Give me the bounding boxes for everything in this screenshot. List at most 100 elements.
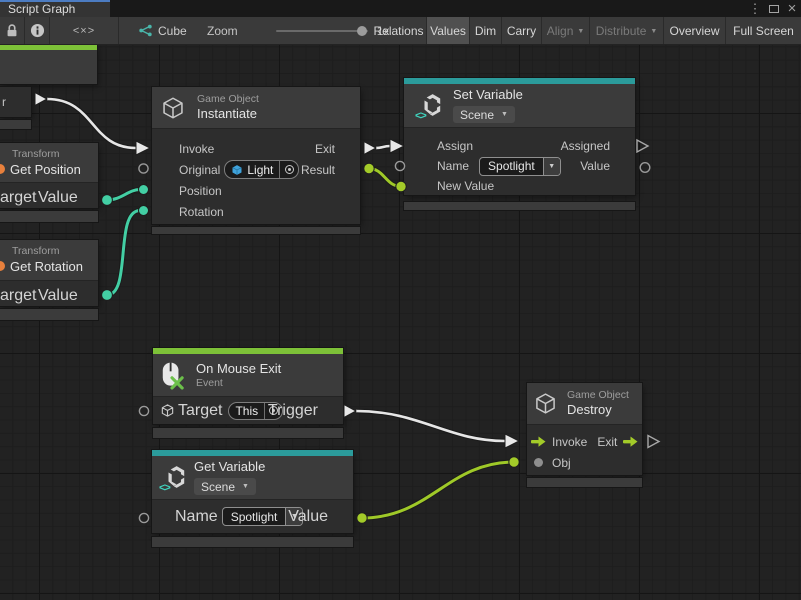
- original-object-name: Light: [247, 163, 273, 177]
- overview-label: Overview: [669, 24, 719, 38]
- align-label: Align: [547, 24, 574, 38]
- node-clipped-event[interactable]: [0, 44, 97, 84]
- assign-port-label: Assign: [437, 139, 473, 153]
- value-port-label: Value: [38, 189, 78, 207]
- chevron-down-icon[interactable]: ▼: [543, 158, 560, 175]
- object-picker-icon[interactable]: [279, 161, 298, 178]
- node-clipped-trigger[interactable]: r: [0, 87, 31, 129]
- relations-label: Relations: [373, 24, 423, 38]
- light-object-icon: [231, 164, 243, 176]
- lock-icon: [5, 23, 19, 38]
- scope-value: Scene: [460, 108, 494, 122]
- value-port-label: Value: [580, 159, 610, 173]
- node-footer: [152, 537, 353, 547]
- node-footer: [404, 202, 635, 210]
- node-title: On Mouse Exit: [196, 361, 281, 377]
- node-get-rotation[interactable]: Transform Get Rotation arget Value: [0, 240, 98, 320]
- tab-script-graph[interactable]: Script Graph: [0, 0, 110, 17]
- code-icon: <×>: [73, 25, 95, 37]
- variable-brackets-icon: <>: [159, 482, 170, 494]
- position-port-label: Position: [179, 184, 222, 198]
- game-object-cube-icon: [533, 391, 558, 416]
- zoom-slider-handle[interactable]: [357, 26, 367, 36]
- values-label: Values: [430, 24, 466, 38]
- name-port-label: Name: [175, 508, 218, 526]
- node-on-mouse-exit[interactable]: On Mouse Exit Event Target This Trigger: [153, 348, 343, 438]
- variable-scope-dropdown[interactable]: Scene ▼: [194, 478, 256, 495]
- zoom-slider[interactable]: [276, 30, 368, 32]
- new-value-port-label: New Value: [437, 179, 494, 193]
- target-port-label: arget: [0, 287, 36, 305]
- node-get-variable[interactable]: <> Get Variable Scene ▼ Name Spotlight ▼…: [152, 450, 353, 547]
- port-label: r: [0, 95, 6, 109]
- value-port-label: Value: [38, 287, 78, 305]
- overview-button[interactable]: Overview: [664, 17, 726, 44]
- node-category: Game Object: [197, 93, 259, 106]
- edit-source-button[interactable]: <×>: [50, 17, 119, 44]
- assigned-port-label: Assigned: [561, 139, 610, 153]
- node-title: Instantiate: [197, 106, 259, 122]
- window-menu-icon[interactable]: ⋮: [747, 0, 763, 17]
- zoom-control: Zoom 1x: [207, 17, 389, 44]
- align-button[interactable]: Align▼: [542, 17, 590, 44]
- variable-name-value: Spotlight: [480, 158, 543, 175]
- full-screen-label: Full Screen: [733, 24, 794, 38]
- chevron-down-icon: ▼: [242, 483, 249, 490]
- invoke-port-label: Invoke: [179, 142, 214, 156]
- node-footer: [152, 227, 360, 234]
- mouse-exit-icon: [160, 361, 184, 390]
- window-maximize-icon[interactable]: [766, 0, 782, 17]
- tab-title: Script Graph: [8, 2, 75, 16]
- carry-label: Carry: [507, 24, 536, 38]
- graph-reference[interactable]: Cube: [138, 17, 187, 44]
- node-get-position[interactable]: Transform Get Position arget Value: [0, 143, 98, 222]
- node-instantiate[interactable]: Game Object Instantiate Invoke Exit Orig…: [152, 87, 360, 234]
- info-icon: [30, 23, 45, 38]
- node-category: Game Object: [567, 389, 629, 402]
- original-object-field[interactable]: Light: [224, 160, 299, 179]
- node-footer: [0, 211, 98, 222]
- result-port-label: Result: [301, 163, 335, 177]
- script-graph-window: Script Graph ⋮ × <×>: [0, 0, 801, 600]
- exit-port-label: Exit: [315, 142, 335, 156]
- game-object-cube-icon: [160, 403, 175, 418]
- target-port-label: arget: [0, 189, 36, 207]
- name-port-label: Name: [437, 159, 469, 173]
- values-button[interactable]: Values: [427, 17, 470, 44]
- node-category: Transform: [12, 148, 59, 161]
- toolbar-toggle-group: Relations Values Dim Carry Align▼ Distri…: [371, 17, 801, 44]
- variable-name-dropdown[interactable]: Spotlight ▼: [479, 157, 561, 176]
- relations-button[interactable]: Relations: [371, 17, 427, 44]
- window-tab-bar: Script Graph ⋮ ×: [0, 0, 801, 17]
- window-close-icon[interactable]: ×: [784, 0, 800, 17]
- value-port-label: Value: [288, 508, 328, 526]
- graph-canvas[interactable]: [0, 45, 801, 600]
- node-title: Get Variable: [194, 459, 265, 475]
- exit-port-label: Exit: [597, 435, 617, 449]
- invoke-port-label: Invoke: [552, 435, 587, 449]
- distribute-button[interactable]: Distribute▼: [590, 17, 664, 44]
- unity-variable-icon: <>: [159, 464, 188, 492]
- node-set-variable[interactable]: <> Set Variable Scene ▼ Assign Assigned …: [404, 78, 635, 210]
- variable-scope-dropdown[interactable]: Scene ▼: [453, 106, 515, 123]
- node-subtitle: Event: [196, 377, 281, 390]
- dim-button[interactable]: Dim: [470, 17, 502, 44]
- node-title: Get Position: [10, 162, 81, 178]
- flow-arrow-icon: [623, 436, 638, 447]
- node-footer: [527, 478, 642, 487]
- lock-button[interactable]: [0, 17, 25, 44]
- target-port-label: Target: [178, 402, 222, 420]
- full-screen-button[interactable]: Full Screen: [726, 17, 801, 44]
- node-title: Set Variable: [453, 87, 523, 103]
- node-destroy[interactable]: Game Object Destroy Invoke Exit: [527, 383, 642, 487]
- carry-button[interactable]: Carry: [502, 17, 542, 44]
- unity-variable-icon: <>: [415, 92, 444, 120]
- rotation-port-label: Rotation: [179, 205, 224, 219]
- obj-port-label: Obj: [552, 456, 571, 470]
- chevron-down-icon: ▼: [577, 28, 584, 35]
- node-title: Destroy: [567, 402, 629, 418]
- object-dot-icon: [534, 458, 543, 467]
- zoom-label: Zoom: [207, 24, 238, 38]
- graph-name-label: Cube: [158, 24, 187, 38]
- info-button[interactable]: [25, 17, 50, 44]
